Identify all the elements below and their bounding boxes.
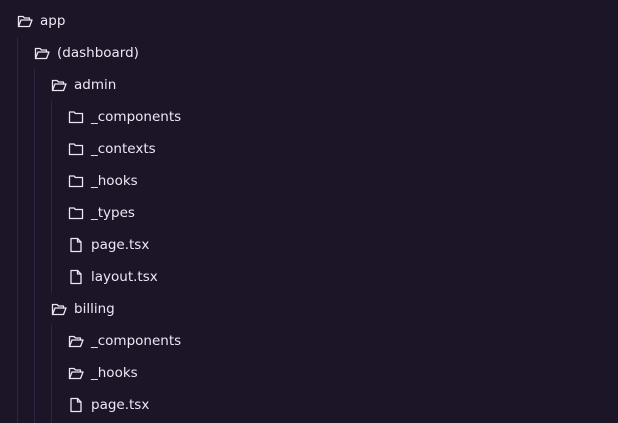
tree-item-label: _components — [91, 109, 182, 125]
tree-folder-contexts[interactable]: _contexts — [0, 133, 156, 165]
tree-folder-hooks[interactable]: _hooks — [0, 165, 138, 197]
folder-icon — [68, 141, 84, 157]
tree-item-label: _contexts — [91, 141, 156, 157]
tree-item-label: _components — [91, 333, 182, 349]
tree-folder-components[interactable]: _components — [0, 325, 181, 357]
tree-folder-components[interactable]: _components — [0, 101, 181, 133]
file-icon — [68, 397, 84, 413]
tree-folder-hooks[interactable]: _hooks — [0, 357, 138, 389]
tree-item-label: _types — [91, 205, 135, 221]
folder-icon — [68, 109, 84, 125]
tree-folder-types[interactable]: _types — [0, 197, 135, 229]
tree-item-label: _hooks — [91, 365, 138, 381]
tree-folder-billing[interactable]: billing — [0, 293, 115, 325]
folder-open-icon — [51, 77, 67, 93]
tree-item-label: page.tsx — [91, 237, 150, 253]
folder-icon — [68, 205, 84, 221]
folder-icon — [68, 173, 84, 189]
tree-item-label: page.tsx — [91, 397, 150, 413]
file-icon — [68, 269, 84, 285]
tree-item-label: app — [40, 13, 66, 29]
tree-item-label: layout.tsx — [91, 269, 158, 285]
tree-file-page-tsx[interactable]: page.tsx — [0, 229, 149, 261]
folder-open-icon — [68, 333, 84, 349]
tree-item-label: _hooks — [91, 173, 138, 189]
folder-open-icon — [51, 301, 67, 317]
file-icon — [68, 237, 84, 253]
tree-file-layout-tsx[interactable]: layout.tsx — [0, 261, 158, 293]
tree-item-label: billing — [74, 301, 115, 317]
tree-item-label: admin — [74, 77, 117, 93]
folder-open-icon — [34, 45, 50, 61]
tree-folder-admin[interactable]: admin — [0, 69, 116, 101]
tree-folder-dashboard[interactable]: (dashboard) — [0, 37, 139, 69]
tree-folder-app[interactable]: app — [0, 5, 65, 37]
folder-open-icon — [17, 13, 33, 29]
tree-item-label: (dashboard) — [57, 45, 139, 61]
tree-file-page-tsx[interactable]: page.tsx — [0, 389, 149, 421]
file-tree: app (dashboard) admin _components _contexts _… — [0, 0, 618, 423]
folder-open-icon — [68, 365, 84, 381]
